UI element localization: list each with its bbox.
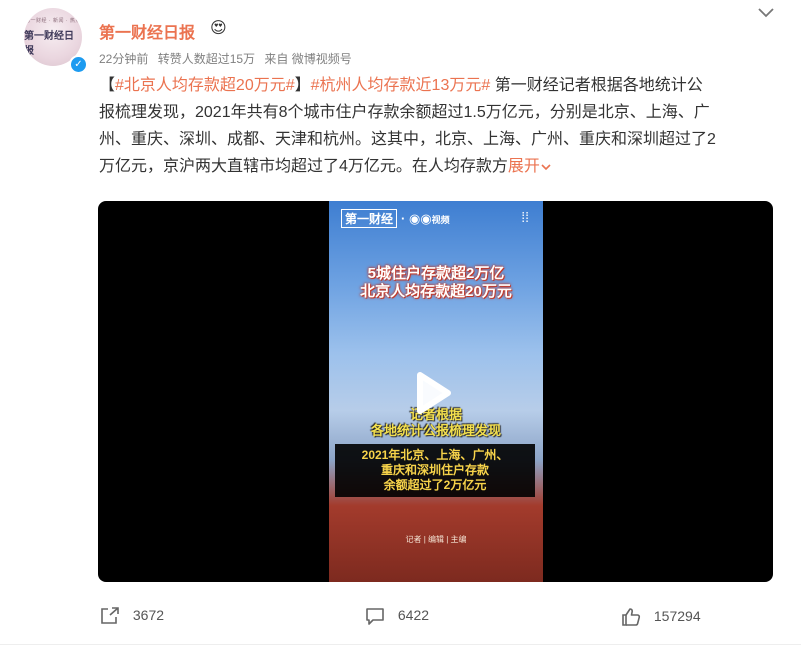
bracket-close: 】 [294, 77, 311, 94]
author-emoji: 😍 [210, 20, 227, 37]
bracket-open: 【 [99, 77, 116, 94]
thumbs-up-icon [622, 608, 641, 626]
comment-button[interactable]: 6422 [364, 606, 429, 626]
video-title: 5城住户存款超2万亿 北京人均存款超20万元 [329, 265, 543, 301]
more-options-icon: ⁞⁞ [521, 209, 529, 225]
hashtag-hangzhou[interactable]: #杭州人均存款近13万元# [311, 77, 491, 94]
logo-video-text: 视频 [431, 215, 450, 225]
verified-badge-icon: ✓ [69, 55, 88, 74]
logo-video-icon: ◉◉ [408, 211, 432, 226]
video-caption-line1: 2021年北京、上海、广州、 [361, 448, 509, 462]
video-player[interactable]: 第一财经 · ◉◉视频 ⁞⁞ 5城住户存款超2万亿 北京人均存款超20万元 记者根… [98, 201, 773, 582]
comment-icon [366, 608, 384, 625]
author-name[interactable]: 第一财经日报 [99, 19, 195, 43]
chevron-down-icon[interactable] [757, 6, 775, 18]
avatar-subtitle: 第一财经 · 新闻 · 热点 [25, 18, 81, 24]
hashtag-beijing[interactable]: #北京人均存款超20万元# [115, 77, 295, 94]
avatar-title: 第一财经日报 [24, 31, 74, 57]
post-source: 来自 微博视频号 [264, 52, 352, 66]
video-caption-line3: 余额超过了2万亿元 [383, 478, 487, 492]
likes-info: 转赞人数超过15万 [157, 52, 256, 66]
post-content: 【#北京人均存款超20万元#】#杭州人均存款近13万元# 第一财经记者根据各地统… [99, 72, 779, 180]
video-caption-line2: 重庆和深圳住户存款 [380, 463, 489, 477]
share-icon [101, 607, 119, 624]
like-button[interactable]: 157294 [620, 606, 701, 628]
divider [0, 644, 801, 645]
post-body-line4: 万亿元，京沪两大直辖市均超过了4万亿元。在人均存款方 [99, 158, 508, 175]
share-button[interactable]: 3672 [99, 606, 164, 626]
video-title-line1: 5城住户存款超2万亿 [367, 265, 505, 282]
post-body-line2: 报梳理发现，2021年共有8个城市住户存款余额超过1.5万亿元，分别是北京、上海… [99, 104, 710, 121]
post-body-line3: 州、重庆、深圳、成都、天津和杭州。这其中，北京、上海、广州、重庆和深圳超过了2 [99, 131, 716, 148]
video-subtitle-line2: 各地统计公报梳理发现 [370, 423, 501, 438]
logo-separator: · [401, 211, 406, 226]
post-time[interactable]: 22分钟前 [99, 52, 148, 66]
video-logo: 第一财经 · ◉◉视频 [341, 209, 450, 228]
logo-yicai: 第一财经 [341, 209, 398, 228]
expand-label: 展开 [507, 158, 540, 175]
video-title-line2: 北京人均存款超20万元 [360, 283, 512, 300]
like-count: 157294 [653, 607, 701, 624]
post-meta: 22分钟前 转赞人数超过15万 来自 微博视频号 [99, 50, 358, 67]
expand-link[interactable]: 展开 [508, 158, 552, 175]
video-credit: 记者 | 编辑 | 主编 [405, 535, 467, 544]
post-body-line1: 第一财经记者根据各地统计公 [490, 77, 703, 94]
comment-count: 6422 [397, 606, 430, 623]
chevron-down-icon [541, 164, 551, 170]
share-count: 3672 [132, 606, 165, 623]
play-icon[interactable] [416, 371, 452, 415]
video-caption-box: 2021年北京、上海、广州、 重庆和深圳住户存款 余额超过了2万亿元 [335, 444, 535, 497]
